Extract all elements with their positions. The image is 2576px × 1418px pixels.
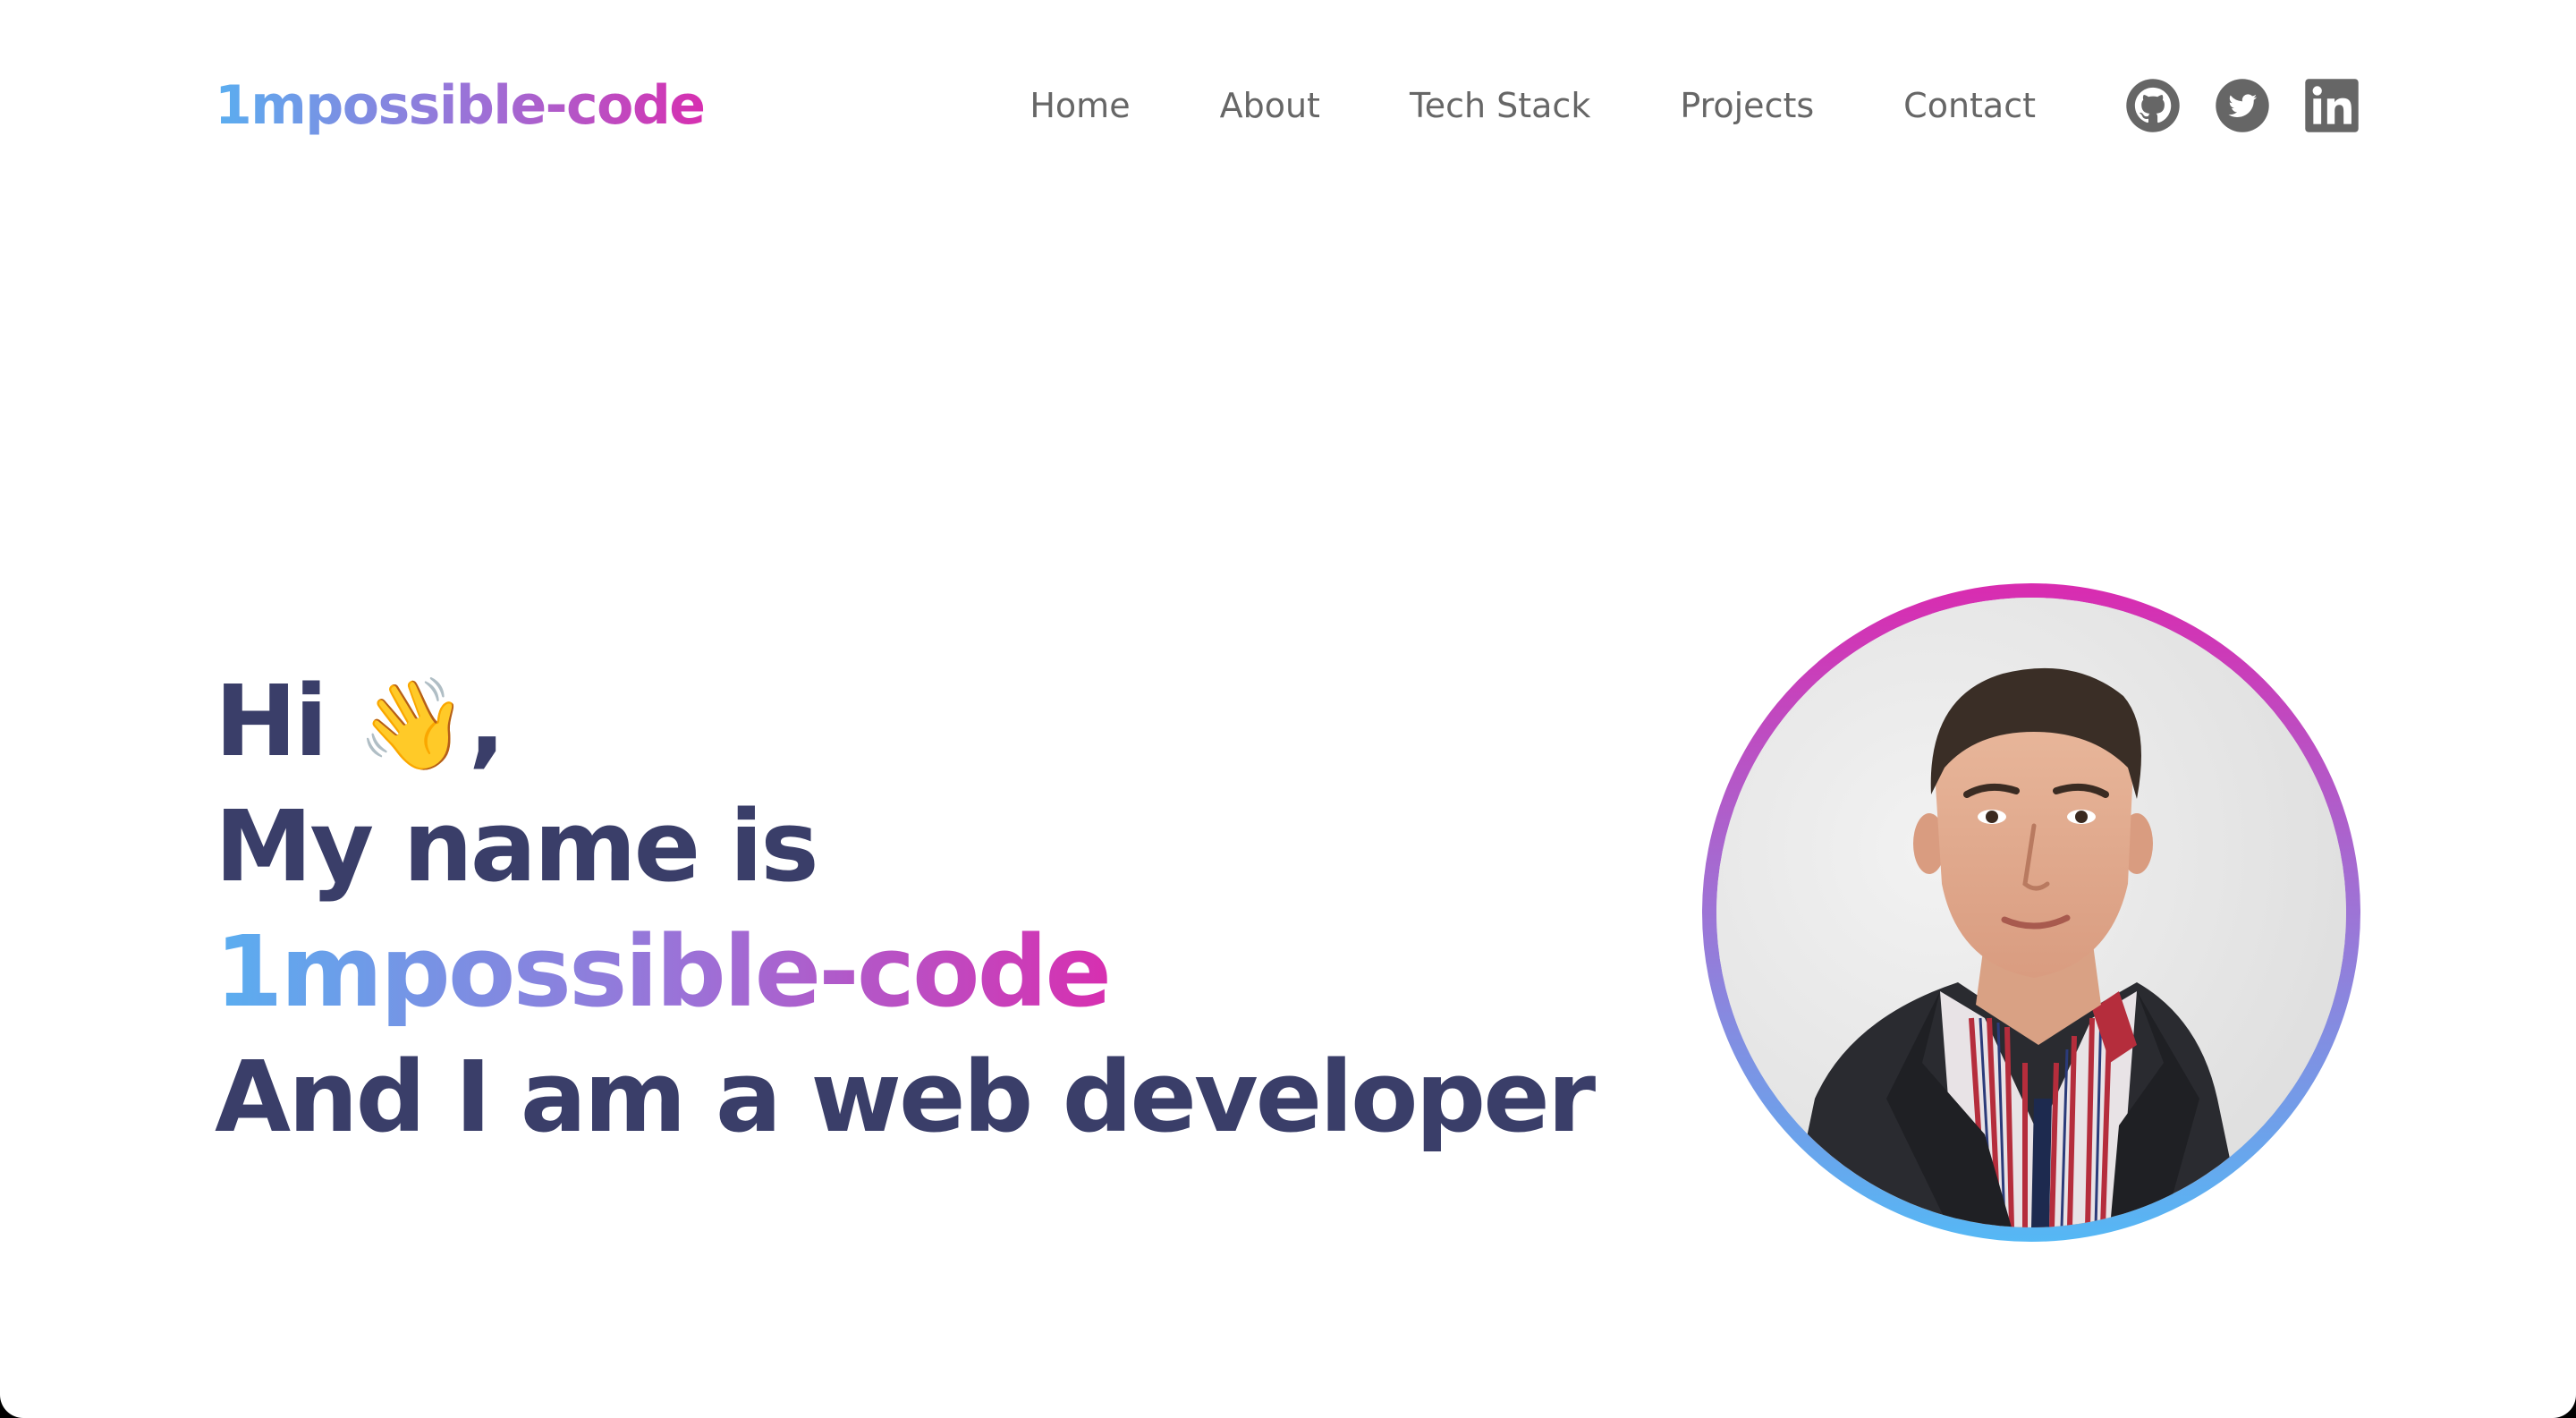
linkedin-icon[interactable] — [2304, 78, 2360, 133]
hero-heading: Hi 👋, My name is 1mpossible-code And I a… — [215, 658, 1596, 1159]
hero-role: And I am a web developer — [215, 1040, 1596, 1154]
nav-contact[interactable]: Contact — [1903, 86, 2036, 125]
avatar-ring — [1702, 583, 2360, 1242]
social-links — [2125, 78, 2360, 133]
hero-greeting-line: Hi 👋, — [215, 658, 1593, 784]
site-logo[interactable]: 1mpossible-code — [215, 70, 706, 141]
twitter-icon[interactable] — [2215, 78, 2270, 133]
profile-photo — [1716, 598, 2346, 1227]
portfolio-page: 1mpossible-code Home About Tech Stack Pr… — [0, 0, 2576, 1418]
waving-hand-icon: 👋 — [357, 672, 469, 777]
hero-name-line: 1mpossible-code — [215, 909, 1593, 1034]
hero-intro: My name is — [215, 789, 819, 904]
github-icon[interactable] — [2125, 78, 2181, 133]
main-nav: Home About Tech Stack Projects Contact — [1030, 77, 2360, 134]
nav-home[interactable]: Home — [1030, 86, 1130, 125]
nav-about[interactable]: About — [1220, 86, 1320, 125]
avatar — [1716, 598, 2346, 1227]
hero-name: 1mpossible-code — [215, 909, 1112, 1034]
nav-projects[interactable]: Projects — [1680, 86, 1814, 125]
nav-tech-stack[interactable]: Tech Stack — [1410, 86, 1590, 125]
hero-greeting-comma: , — [468, 664, 506, 778]
hero-greeting: Hi — [215, 664, 328, 778]
